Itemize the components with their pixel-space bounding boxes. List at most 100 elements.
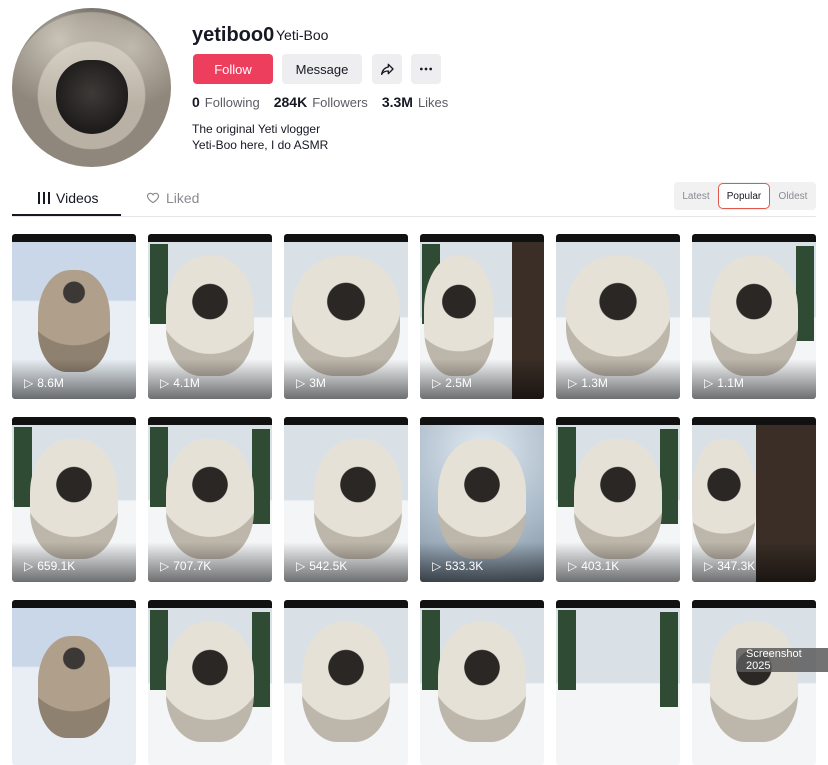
sort-control: Latest Popular Oldest — [674, 182, 816, 210]
video-tile[interactable] — [420, 600, 544, 765]
video-tile[interactable]: ▷ 3M — [284, 234, 408, 399]
video-tile[interactable] — [556, 600, 680, 765]
view-count: ▷ 542.5K — [296, 559, 347, 573]
bio-line: Yeti-Boo here, I do ASMR — [192, 138, 329, 152]
sort-oldest[interactable]: Oldest — [770, 184, 816, 208]
tree-shape — [252, 429, 270, 524]
view-count-label: 533.3K — [445, 559, 484, 573]
play-icon: ▷ — [24, 559, 34, 573]
play-icon: ▷ — [160, 376, 170, 390]
stat-likes-count: 3.3M — [381, 94, 413, 110]
video-tile[interactable]: ▷ 533.3K — [420, 417, 544, 582]
tile-top-bar — [148, 600, 272, 608]
video-tile[interactable] — [692, 600, 816, 765]
video-tile[interactable]: ▷ 1.1M — [692, 234, 816, 399]
view-count-label: 8.6M — [37, 376, 64, 390]
video-tile[interactable]: ▷ 542.5K — [284, 417, 408, 582]
tile-top-bar — [556, 417, 680, 425]
video-thumbnail — [292, 256, 400, 376]
profile-avatar[interactable] — [12, 8, 171, 167]
view-count-label: 4.1M — [173, 376, 200, 390]
play-icon: ▷ — [568, 376, 578, 390]
video-tile[interactable] — [284, 600, 408, 765]
bio-line: The original Yeti vlogger — [192, 122, 321, 136]
view-count-label: 542.5K — [309, 559, 348, 573]
view-count: ▷ 2.5M — [432, 376, 472, 390]
tree-shape — [796, 246, 814, 341]
share-icon — [381, 63, 394, 75]
stat-following-count: 0 — [192, 94, 200, 110]
play-icon: ▷ — [432, 559, 442, 573]
tile-top-bar — [12, 600, 136, 608]
video-tile[interactable]: ▷ 4.1M — [148, 234, 272, 399]
view-count-label: 1.1M — [717, 376, 744, 390]
video-tile[interactable]: ▷ 707.7K — [148, 417, 272, 582]
tile-top-bar — [284, 600, 408, 608]
stat-followers[interactable]: 284K Followers — [274, 94, 368, 110]
video-thumbnail — [166, 622, 254, 742]
share-button[interactable] — [372, 54, 402, 84]
stat-likes: 3.3M Likes — [382, 94, 448, 110]
video-thumbnail — [574, 439, 662, 559]
play-icon: ▷ — [160, 559, 170, 573]
view-count: ▷ 3M — [296, 376, 326, 390]
play-icon: ▷ — [704, 559, 714, 573]
tab-liked-label: Liked — [166, 190, 200, 206]
tab-videos[interactable]: Videos — [38, 190, 99, 206]
stat-followers-count: 284K — [273, 94, 308, 110]
video-tile[interactable] — [12, 600, 136, 765]
tile-top-bar — [556, 600, 680, 608]
sort-latest[interactable]: Latest — [674, 184, 718, 208]
profile-username: yetiboo0 — [192, 24, 275, 46]
stat-following-label: Following — [204, 95, 260, 110]
more-options-button[interactable] — [411, 54, 441, 84]
play-icon: ▷ — [568, 559, 578, 573]
view-count-label: 3M — [309, 376, 326, 390]
message-button[interactable]: Message — [282, 54, 362, 84]
video-tile[interactable]: ▷ 403.1K — [556, 417, 680, 582]
avatar-face — [56, 60, 128, 134]
video-tile[interactable]: ▷ 1.3M — [556, 234, 680, 399]
play-icon: ▷ — [24, 376, 34, 390]
view-count-label: 403.1K — [581, 559, 620, 573]
video-thumbnail — [692, 439, 756, 559]
sort-popular[interactable]: Popular — [718, 183, 770, 209]
tile-top-bar — [556, 234, 680, 242]
tile-top-bar — [692, 417, 816, 425]
tab-liked[interactable]: Liked — [146, 190, 199, 206]
play-icon: ▷ — [296, 559, 306, 573]
heart-lock-icon — [146, 192, 160, 204]
view-count: ▷ 1.1M — [704, 376, 744, 390]
video-thumbnail — [438, 622, 526, 742]
view-count-label: 2.5M — [445, 376, 472, 390]
view-count: ▷ 1.3M — [568, 376, 608, 390]
active-tab-indicator — [12, 214, 121, 216]
tree-shape — [252, 612, 270, 707]
video-tile[interactable]: ▷ 8.6M — [12, 234, 136, 399]
video-thumbnail — [710, 256, 798, 376]
video-thumbnail — [166, 439, 254, 559]
view-count: ▷ 347.3K — [704, 559, 755, 573]
view-count: ▷ 4.1M — [160, 376, 200, 390]
follow-button[interactable]: Follow — [193, 54, 273, 84]
video-tile[interactable]: ▷ 2.5M — [420, 234, 544, 399]
profile-display-name: Yeti-Boo — [276, 27, 329, 43]
video-thumbnail — [30, 439, 118, 559]
tree-shape — [660, 429, 678, 524]
tile-top-bar — [420, 417, 544, 425]
play-icon: ▷ — [704, 376, 714, 390]
play-icon: ▷ — [296, 376, 306, 390]
view-count: ▷ 8.6M — [24, 376, 64, 390]
video-tile[interactable]: ▷ 347.3K — [692, 417, 816, 582]
video-tile[interactable] — [148, 600, 272, 765]
tile-top-bar — [284, 234, 408, 242]
stat-following[interactable]: 0 Following — [192, 94, 260, 110]
tree-shape — [558, 610, 576, 690]
tile-top-bar — [12, 417, 136, 425]
video-tile[interactable]: ▷ 659.1K — [12, 417, 136, 582]
video-thumbnail — [38, 270, 110, 372]
video-thumbnail — [438, 439, 526, 559]
screenshot-label: Screenshot 2025 — [736, 648, 828, 672]
video-thumbnail — [710, 622, 798, 742]
view-count-label: 347.3K — [717, 559, 756, 573]
